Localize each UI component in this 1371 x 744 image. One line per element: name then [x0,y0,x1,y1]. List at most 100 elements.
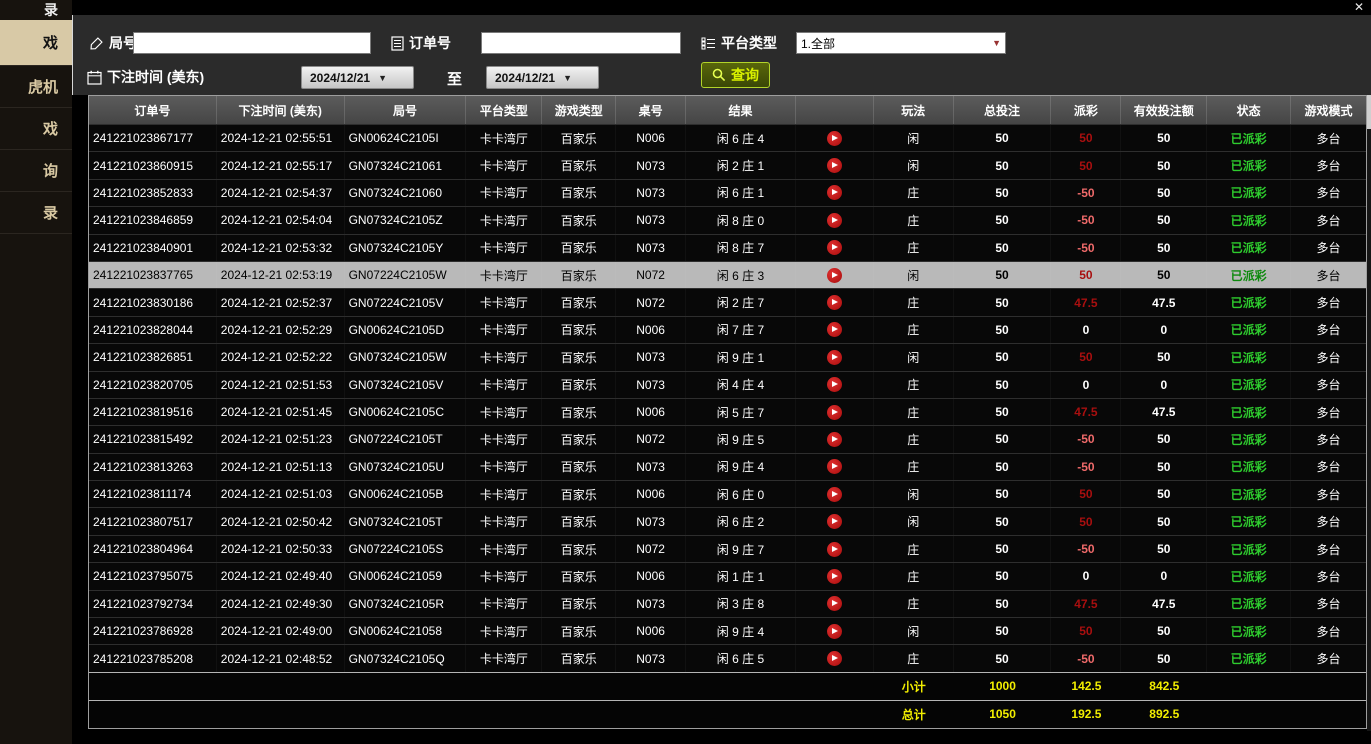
sidebar-item[interactable]: 询 [0,150,72,192]
table-number: N072 [616,536,686,562]
game-mode: 多台 [1291,235,1366,261]
subtotal-valid-bet: 842.5 [1121,673,1207,700]
table-row[interactable]: 241221023792734 2024-12-21 02:49:30 GN07… [89,590,1366,617]
table-row[interactable]: 241221023804964 2024-12-21 02:50:33 GN07… [89,535,1366,562]
round-id: GN07324C2105W [345,344,467,370]
play-button-icon[interactable] [827,377,842,392]
round-id: GN00624C2105C [345,399,467,425]
play-button-icon[interactable] [827,350,842,365]
valid-bet: 50 [1121,152,1207,178]
sidebar-item[interactable]: 戏 [0,20,72,66]
column-header: 状态 [1207,96,1291,124]
table-row[interactable]: 241221023786928 2024-12-21 02:49:00 GN00… [89,617,1366,644]
table-row[interactable]: 241221023807517 2024-12-21 02:50:42 GN07… [89,507,1366,534]
subtotal-total-bet: 1000 [954,673,1052,700]
status-badge: 已派彩 [1207,207,1291,233]
total-bet: 50 [954,180,1052,206]
play-button-icon[interactable] [827,651,842,666]
date-to-dropdown[interactable]: 2024/12/21 ▼ [486,66,599,89]
play-button-icon[interactable] [827,185,842,200]
play-button-icon[interactable] [827,487,842,502]
play-button-icon[interactable] [827,131,842,146]
scrollbar-thumb[interactable] [1367,95,1371,129]
play-button-icon[interactable] [827,405,842,420]
table-row[interactable]: 241221023840901 2024-12-21 02:53:32 GN07… [89,234,1366,261]
round-id: GN00624C21058 [345,618,467,644]
table-row[interactable]: 241221023828044 2024-12-21 02:52:29 GN00… [89,316,1366,343]
subtotal-spacer [89,673,874,700]
table-row[interactable]: 241221023846859 2024-12-21 02:54:04 GN07… [89,206,1366,233]
order-number: 241221023785208 [89,645,217,671]
bet-side: 庄 [874,645,954,671]
close-icon[interactable]: ✕ [1354,0,1364,14]
order-number: 241221023826851 [89,344,217,370]
table-number: N006 [616,563,686,589]
sidebar-item[interactable]: 戏 [0,108,72,150]
round-id: GN07324C2105V [345,372,467,398]
date-from-dropdown[interactable]: 2024/12/21 ▼ [301,66,414,89]
play-button-icon[interactable] [827,596,842,611]
play-button-icon[interactable] [827,542,842,557]
table-row[interactable]: 241221023837765 2024-12-21 02:53:19 GN07… [89,261,1366,288]
replay-cell [796,508,874,534]
platform-label: 平台类型 [721,33,777,53]
table-row[interactable]: 241221023867177 2024-12-21 02:55:51 GN00… [89,124,1366,151]
round-id: GN00624C21059 [345,563,467,589]
total-bet: 50 [954,426,1052,452]
table-row[interactable]: 241221023813263 2024-12-21 02:51:13 GN07… [89,453,1366,480]
payout: -50 [1051,207,1121,233]
replay-cell [796,289,874,315]
play-button-icon[interactable] [827,459,842,474]
table-row[interactable]: 241221023795075 2024-12-21 02:49:40 GN00… [89,562,1366,589]
vertical-scrollbar[interactable] [1367,95,1371,731]
game-type: 百家乐 [542,235,616,261]
play-button-icon[interactable] [827,268,842,283]
table-number: N073 [616,372,686,398]
replay-cell [796,372,874,398]
table-row[interactable]: 241221023785208 2024-12-21 02:48:52 GN07… [89,644,1366,671]
bet-side: 庄 [874,536,954,562]
game-type: 百家乐 [542,344,616,370]
status-badge: 已派彩 [1207,372,1291,398]
play-button-icon[interactable] [827,514,842,529]
table-row[interactable]: 241221023860915 2024-12-21 02:55:17 GN07… [89,151,1366,178]
order-input[interactable] [481,32,681,54]
play-button-icon[interactable] [827,213,842,228]
valid-bet: 0 [1121,563,1207,589]
date-from-value: 2024/12/21 [310,71,370,85]
chevron-down-icon: ▼ [378,73,387,83]
replay-cell [796,536,874,562]
grand-total-status-empty [1207,701,1291,728]
play-button-icon[interactable] [827,569,842,584]
play-button-icon[interactable] [827,322,842,337]
table-body: 241221023867177 2024-12-21 02:55:51 GN00… [89,124,1366,672]
play-button-icon[interactable] [827,240,842,255]
table-row[interactable]: 241221023815492 2024-12-21 02:51:23 GN07… [89,425,1366,452]
game-mode: 多台 [1291,289,1366,315]
play-button-icon[interactable] [827,432,842,447]
search-button[interactable]: 查询 [701,62,770,88]
table-row[interactable]: 241221023826851 2024-12-21 02:52:22 GN07… [89,343,1366,370]
valid-bet: 50 [1121,180,1207,206]
replay-cell [796,207,874,233]
result: 闲 7 庄 7 [686,317,796,343]
play-button-icon[interactable] [827,158,842,173]
table-row[interactable]: 241221023819516 2024-12-21 02:51:45 GN00… [89,398,1366,425]
status-badge: 已派彩 [1207,399,1291,425]
play-button-icon[interactable] [827,624,842,639]
sidebar-item[interactable]: 虎机 [0,66,72,108]
play-button-icon[interactable] [827,295,842,310]
game-mode: 多台 [1291,481,1366,507]
table-row[interactable]: 241221023830186 2024-12-21 02:52:37 GN07… [89,288,1366,315]
round-input[interactable] [133,32,371,54]
sidebar-item-partial[interactable]: 录 [0,0,72,20]
sidebar-item[interactable]: 录 [0,192,72,234]
game-type: 百家乐 [542,372,616,398]
status-badge: 已派彩 [1207,180,1291,206]
status-badge: 已派彩 [1207,289,1291,315]
table-row[interactable]: 241221023852833 2024-12-21 02:54:37 GN07… [89,179,1366,206]
platform-select[interactable]: 1.全部 ▼ [796,32,1006,54]
table-row[interactable]: 241221023811174 2024-12-21 02:51:03 GN00… [89,480,1366,507]
table-number: N072 [616,262,686,288]
table-row[interactable]: 241221023820705 2024-12-21 02:51:53 GN07… [89,371,1366,398]
